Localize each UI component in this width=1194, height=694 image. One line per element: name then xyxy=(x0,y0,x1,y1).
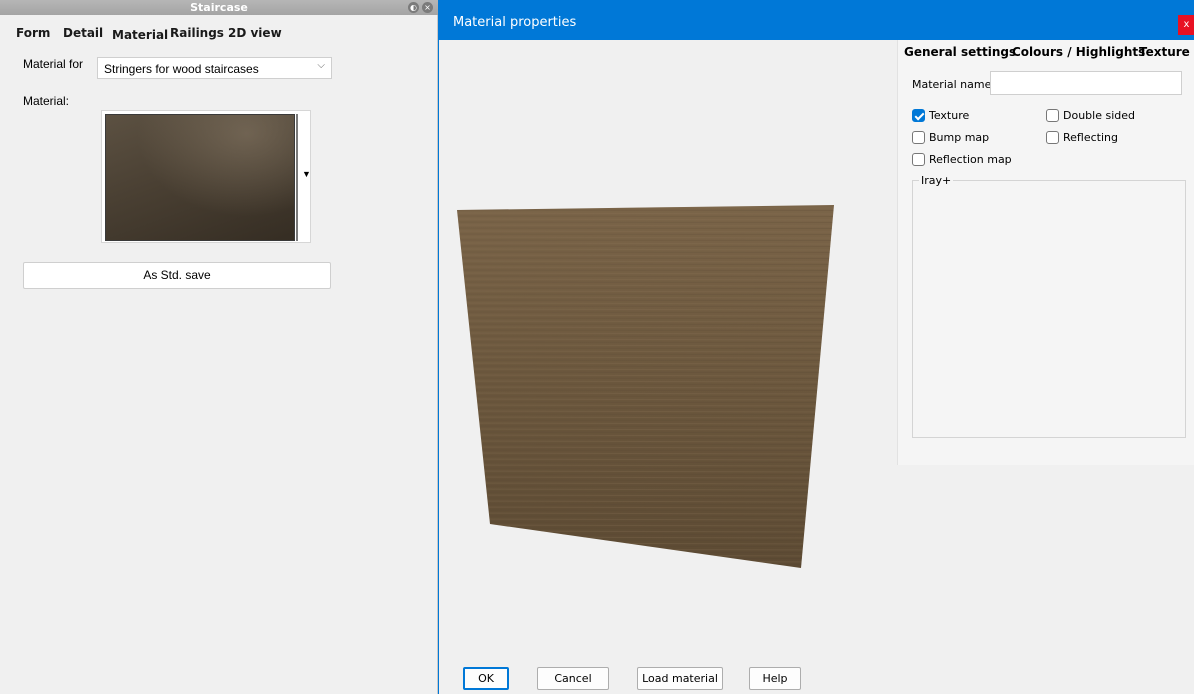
bump-map-checkbox[interactable] xyxy=(912,131,925,144)
wood-grain-overlay xyxy=(457,205,834,568)
double-sided-checkbox-row[interactable]: Double sided xyxy=(1046,109,1135,122)
bump-map-checkbox-label: Bump map xyxy=(929,131,990,144)
reflecting-checkbox-label: Reflecting xyxy=(1063,131,1118,144)
dialog-title: Material properties xyxy=(453,15,577,30)
staircase-title: Staircase xyxy=(190,1,248,14)
double-sided-checkbox-label: Double sided xyxy=(1063,109,1135,122)
texture-checkbox-label: Texture xyxy=(929,109,970,122)
material-for-value: Stringers for wood staircases xyxy=(104,62,259,76)
texture-checkbox[interactable] xyxy=(912,109,925,122)
cancel-button[interactable]: Cancel xyxy=(537,667,609,690)
tab-general-settings[interactable]: General settings xyxy=(904,45,1016,59)
swatch-divider xyxy=(296,114,298,241)
tab-form[interactable]: Form xyxy=(16,26,50,40)
tab-railings[interactable]: Railings xyxy=(170,26,224,40)
iray-group: Iray+ xyxy=(912,174,1186,438)
reflecting-checkbox-row[interactable]: Reflecting xyxy=(1046,131,1118,144)
material-name-input[interactable] xyxy=(990,71,1182,95)
chevron-down-icon: ⌵ xyxy=(317,60,325,71)
pin-icon[interactable]: ◐ xyxy=(408,2,419,13)
material-name-label: Material name: xyxy=(912,78,996,91)
double-sided-checkbox[interactable] xyxy=(1046,109,1059,122)
dropdown-arrow-icon[interactable]: ▼ xyxy=(302,169,311,179)
bump-map-checkbox-row[interactable]: Bump map xyxy=(912,131,989,144)
reflection-map-checkbox-label: Reflection map xyxy=(929,153,1012,166)
staircase-panel: Staircase ◐ × Form Detail Material Raili… xyxy=(0,0,438,694)
reflection-map-checkbox-row[interactable]: Reflection map xyxy=(912,153,1012,166)
tab-detail[interactable]: Detail xyxy=(63,26,103,40)
staircase-titlebar[interactable]: Staircase ◐ × xyxy=(0,0,438,15)
reflection-map-checkbox[interactable] xyxy=(912,153,925,166)
tab-material[interactable]: Material xyxy=(108,23,172,42)
close-icon[interactable]: × xyxy=(422,2,433,13)
material-for-label: Material for xyxy=(23,57,84,71)
reflecting-checkbox[interactable] xyxy=(1046,131,1059,144)
material-for-select[interactable]: Stringers for wood staircases ⌵ xyxy=(97,57,332,79)
tab-colours-highlights[interactable]: Colours / Highlights xyxy=(1012,45,1145,59)
settings-tabs: General settings Colours / Highlights Te… xyxy=(898,40,1194,64)
ok-button[interactable]: OK xyxy=(463,667,509,690)
load-material-button[interactable]: Load material xyxy=(637,667,723,690)
texture-checkbox-row[interactable]: Texture xyxy=(912,109,969,122)
material-swatch[interactable] xyxy=(105,114,295,241)
iray-group-label: Iray+ xyxy=(919,174,954,187)
material-swatch-picker[interactable]: ▼ xyxy=(101,110,311,243)
tab-2d-view[interactable]: 2D view xyxy=(228,26,282,40)
as-std-save-button[interactable]: As Std. save xyxy=(23,262,331,289)
material-preview[interactable] xyxy=(453,200,837,570)
settings-pane: General settings Colours / Highlights Te… xyxy=(897,40,1194,465)
staircase-tabs: Form Detail Material Railings 2D view xyxy=(0,15,438,47)
help-button[interactable]: Help xyxy=(749,667,801,690)
material-label: Material: xyxy=(23,94,70,108)
dialog-titlebar[interactable]: Material properties x xyxy=(439,0,1194,40)
close-button[interactable]: x xyxy=(1178,15,1194,35)
tab-texture[interactable]: Texture xyxy=(1139,45,1190,59)
material-properties-dialog: Material properties x General settings C… xyxy=(438,0,1194,694)
